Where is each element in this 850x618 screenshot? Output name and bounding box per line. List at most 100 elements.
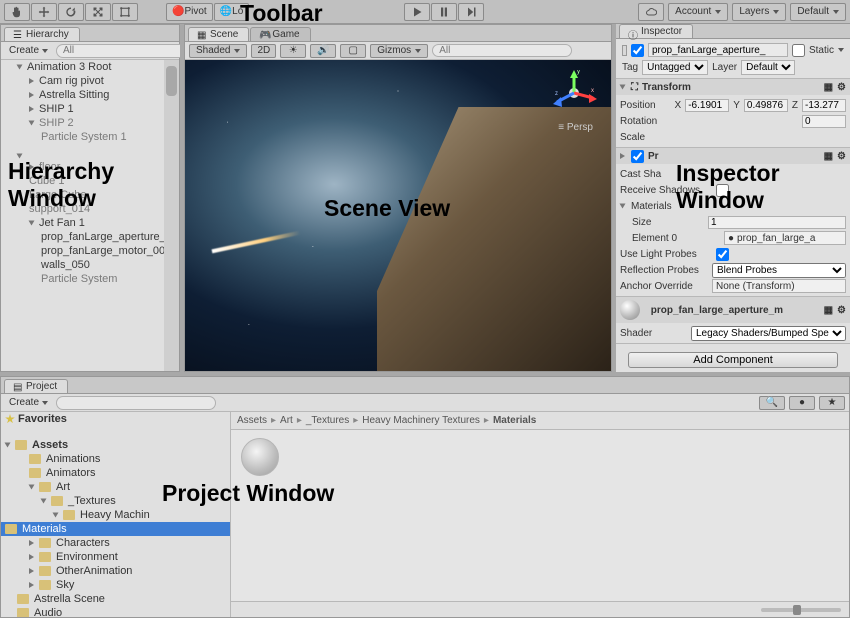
- thumbnail-size-slider[interactable]: [761, 608, 841, 612]
- tab-game[interactable]: 🎮Game: [250, 27, 310, 41]
- project-tree-item[interactable]: Heavy Machin: [1, 508, 230, 522]
- move-tool-button[interactable]: [31, 3, 57, 21]
- hierarchy-item[interactable]: SHIP 2: [1, 116, 179, 130]
- breadcrumb-item[interactable]: Art: [280, 415, 293, 426]
- material-thumbnail[interactable]: [241, 438, 279, 476]
- gear-icon[interactable]: ⚙: [837, 82, 846, 93]
- search-filter-label-button[interactable]: ★: [819, 396, 845, 410]
- add-component-button[interactable]: Add Component: [628, 352, 839, 368]
- breadcrumb-item[interactable]: Assets: [237, 415, 267, 426]
- project-search-input[interactable]: [56, 396, 216, 410]
- hierarchy-item[interactable]: Particle System: [1, 272, 179, 286]
- assets-header[interactable]: Assets: [1, 438, 230, 452]
- hierarchy-item[interactable]: support_014: [1, 202, 179, 216]
- project-tree-item[interactable]: Animations: [1, 452, 230, 466]
- hierarchy-tree[interactable]: Animation 3 RootCam rig pivotAstrella Si…: [1, 60, 179, 371]
- scene-search-input[interactable]: [432, 44, 572, 57]
- project-tree-item[interactable]: Animators: [1, 466, 230, 480]
- rotation-z-input[interactable]: [802, 115, 846, 128]
- step-button[interactable]: [458, 3, 484, 21]
- search-filter-type-button[interactable]: ●: [789, 396, 815, 410]
- project-tree-item[interactable]: Characters: [1, 536, 230, 550]
- gear-icon[interactable]: ⚙: [837, 151, 846, 162]
- project-tree-item[interactable]: Environment: [1, 550, 230, 564]
- gameobject-active-checkbox[interactable]: [631, 44, 644, 57]
- hierarchy-item[interactable]: SHIP 1: [1, 102, 179, 116]
- account-dropdown[interactable]: Account: [668, 3, 728, 21]
- project-tree-item[interactable]: OtherAnimation: [1, 564, 230, 578]
- project-thumbnail-area[interactable]: [231, 430, 849, 601]
- tag-dropdown[interactable]: Untagged: [642, 60, 708, 75]
- hierarchy-item[interactable]: Large Cube: [1, 188, 179, 202]
- gameobject-name-input[interactable]: [648, 43, 788, 57]
- orientation-gizmo[interactable]: y x z: [551, 70, 597, 116]
- hand-tool-button[interactable]: [4, 3, 30, 21]
- expand-icon[interactable]: [620, 85, 626, 90]
- rect-tool-button[interactable]: [112, 3, 138, 21]
- fx-toggle-button[interactable]: ▢: [340, 44, 366, 58]
- layout-dropdown[interactable]: Default: [790, 3, 846, 21]
- hierarchy-create-button[interactable]: Create: [5, 44, 52, 58]
- breadcrumb-item[interactable]: _Textures: [306, 415, 349, 426]
- hierarchy-item[interactable]: walls_050: [1, 258, 179, 272]
- receive-shadows-checkbox[interactable]: [716, 184, 729, 197]
- gear-icon[interactable]: ⚙: [837, 305, 846, 316]
- layer-dropdown[interactable]: Default: [741, 60, 795, 75]
- audio-toggle-button[interactable]: 🔊: [310, 44, 336, 58]
- component-enabled-checkbox[interactable]: [631, 150, 644, 163]
- materials-size-input[interactable]: [708, 216, 846, 229]
- project-tree-item[interactable]: Astrella Scene: [1, 592, 230, 606]
- project-tree-item[interactable]: Materials: [1, 522, 230, 536]
- play-button[interactable]: [404, 3, 430, 21]
- hierarchy-item[interactable]: Animation 3 Root: [1, 60, 179, 74]
- favorites-header[interactable]: Favorites: [1, 412, 230, 426]
- gizmos-dropdown[interactable]: Gizmos: [370, 44, 428, 58]
- tab-scene[interactable]: ▦Scene: [188, 27, 249, 41]
- pause-button[interactable]: [431, 3, 457, 21]
- hierarchy-item[interactable]: Particle System 1: [1, 130, 179, 144]
- tab-hierarchy[interactable]: ☰Hierarchy: [4, 27, 80, 41]
- project-tree[interactable]: Favorites AssetsAnimationsAnimatorsArt_Te…: [1, 412, 231, 617]
- position-x-input[interactable]: [685, 99, 729, 112]
- hierarchy-item[interactable]: prop_fanLarge_motor_00: [1, 244, 179, 258]
- hierarchy-item[interactable]: Cube 1: [1, 174, 179, 188]
- static-checkbox[interactable]: [792, 44, 805, 57]
- reflection-probes-dropdown[interactable]: Blend Probes: [712, 263, 846, 278]
- scrollbar-vertical[interactable]: [164, 60, 179, 371]
- project-tree-item[interactable]: Audio: [1, 606, 230, 617]
- position-z-input[interactable]: [802, 99, 846, 112]
- layers-dropdown[interactable]: Layers: [732, 3, 786, 21]
- hierarchy-item[interactable]: Jet Fan 1: [1, 216, 179, 230]
- hierarchy-item[interactable]: [1, 152, 179, 160]
- 2d-toggle-button[interactable]: 2D: [251, 44, 276, 58]
- project-tree-item[interactable]: Sky: [1, 578, 230, 592]
- tab-project[interactable]: ▤Project: [4, 379, 68, 393]
- help-icon[interactable]: ▦: [824, 151, 833, 162]
- use-light-probes-checkbox[interactable]: [716, 248, 729, 261]
- breadcrumb[interactable]: Assets▸Art▸_Textures▸Heavy Machinery Tex…: [231, 412, 849, 430]
- project-tree-item[interactable]: Art: [1, 480, 230, 494]
- position-y-input[interactable]: [744, 99, 788, 112]
- rotate-tool-button[interactable]: [58, 3, 84, 21]
- hierarchy-item[interactable]: prop_fanLarge_aperture_: [1, 230, 179, 244]
- help-icon[interactable]: ▦: [824, 82, 833, 93]
- project-create-button[interactable]: Create: [5, 396, 52, 410]
- lighting-toggle-button[interactable]: ☀: [280, 44, 306, 58]
- hierarchy-item[interactable]: Cam rig pivot: [1, 74, 179, 88]
- hierarchy-item[interactable]: Astrella Sitting: [1, 88, 179, 102]
- project-tree-item[interactable]: _Textures: [1, 494, 230, 508]
- scene-view-canvas[interactable]: y x z ≡ Persp: [185, 60, 611, 371]
- scale-tool-button[interactable]: [85, 3, 111, 21]
- breadcrumb-item[interactable]: Heavy Machinery Textures: [362, 415, 480, 426]
- breadcrumb-item[interactable]: Materials: [493, 415, 536, 426]
- cloud-button[interactable]: [638, 3, 664, 21]
- help-icon[interactable]: ▦: [824, 305, 833, 316]
- anchor-override-field[interactable]: None (Transform): [712, 279, 846, 293]
- expand-icon[interactable]: [620, 153, 625, 159]
- local-toggle-button[interactable]: 🌐 Lo: [214, 3, 250, 21]
- shader-dropdown[interactable]: Legacy Shaders/Bumped Spe: [691, 326, 846, 341]
- hierarchy-item[interactable]: floor: [1, 160, 179, 174]
- pivot-toggle-button[interactable]: 🔴 Pivot: [166, 3, 213, 21]
- tab-inspector[interactable]: ⓘInspector: [619, 24, 693, 38]
- material-element-0-field[interactable]: ● prop_fan_large_a: [724, 231, 846, 245]
